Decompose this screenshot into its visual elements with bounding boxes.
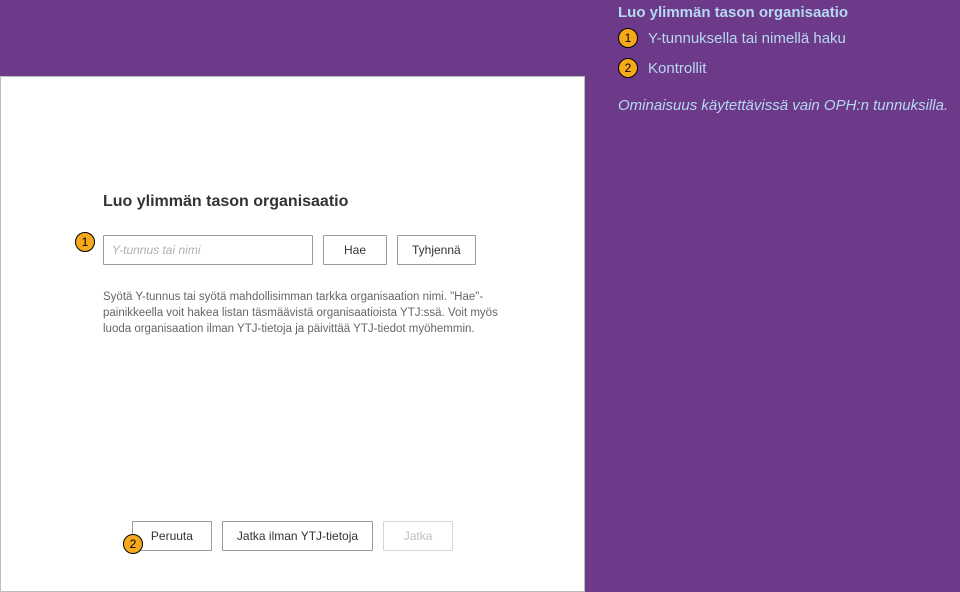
search-row: Hae Tyhjennä <box>103 235 543 265</box>
callout-1-icon: 1 <box>75 232 95 252</box>
help-text: Syötä Y-tunnus tai syötä mahdollisimman … <box>103 289 503 337</box>
hae-button[interactable]: Hae <box>323 235 387 265</box>
tyhjenna-button[interactable]: Tyhjennä <box>397 235 476 265</box>
dialog-title: Luo ylimmän tason organisaatio <box>103 193 543 211</box>
jatka-button: Jatka <box>383 521 453 551</box>
legend-badge-1: 1 <box>618 28 638 48</box>
ytunnus-input[interactable] <box>103 235 313 265</box>
legend-label-1: Y-tunnuksella tai nimellä haku <box>648 30 846 47</box>
legend-label-2: Kontrollit <box>648 60 706 77</box>
legend-item-2: 2 Kontrollit <box>618 58 846 78</box>
jatka-ilman-button[interactable]: Jatka ilman YTJ-tietoja <box>222 521 373 551</box>
page-title: Luo ylimmän tason organisaatio <box>618 4 848 21</box>
legend-badge-2: 2 <box>618 58 638 78</box>
peruuta-button[interactable]: Peruuta <box>132 521 212 551</box>
legend-list: 1 Y-tunnuksella tai nimellä haku 2 Kontr… <box>618 28 846 78</box>
availability-note: Ominaisuus käytettävissä vain OPH:n tunn… <box>618 96 948 116</box>
dialog-panel: Luo ylimmän tason organisaatio Hae Tyhje… <box>0 76 585 592</box>
legend-item-1: 1 Y-tunnuksella tai nimellä haku <box>618 28 846 48</box>
dialog-buttons: Peruuta Jatka ilman YTJ-tietoja Jatka <box>1 521 584 551</box>
callout-2-icon: 2 <box>123 534 143 554</box>
